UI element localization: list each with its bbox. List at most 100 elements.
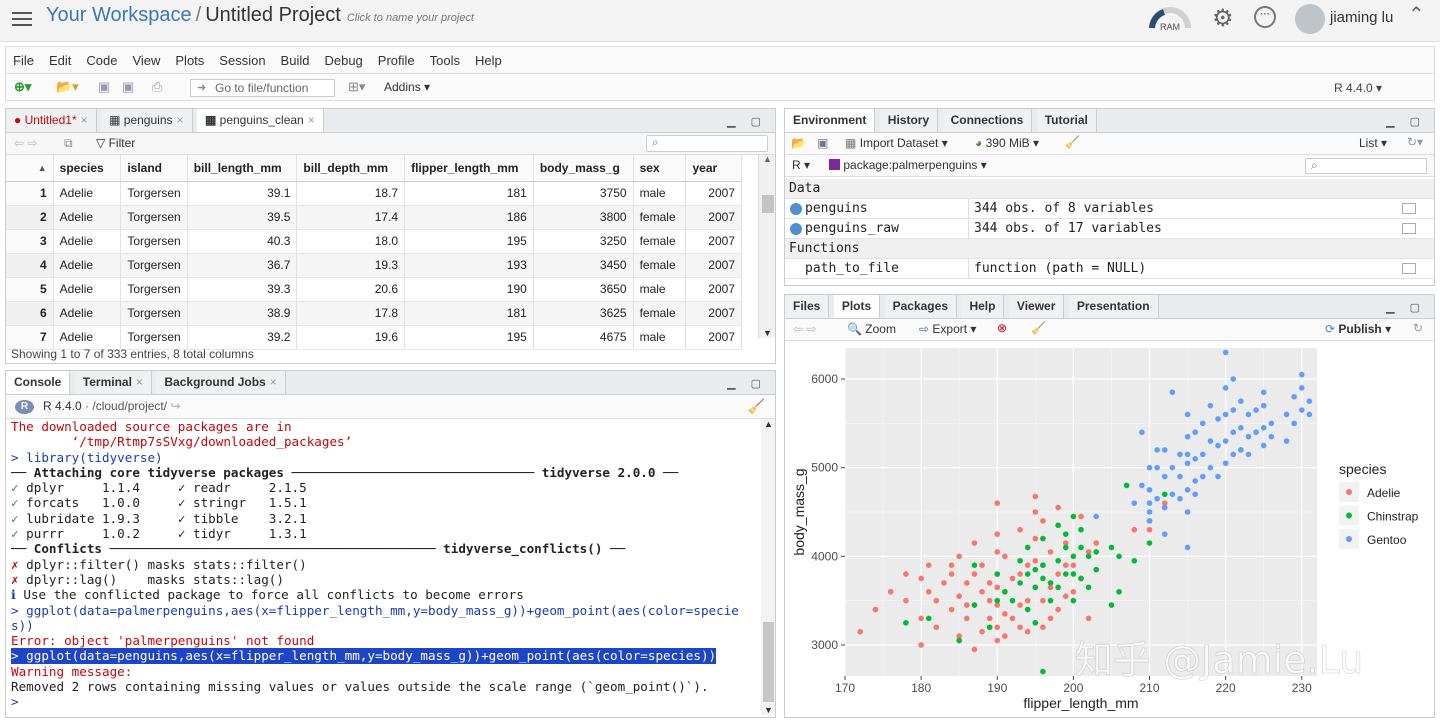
export-menu[interactable]: ⇨ Export ▾ (919, 322, 976, 336)
close-icon[interactable]: × (308, 113, 315, 127)
view-function-icon[interactable] (1402, 263, 1416, 274)
language-menu[interactable]: R ▾ (792, 158, 810, 172)
project-name[interactable]: Untitled Project (205, 4, 341, 26)
tab-plots[interactable]: Plots (833, 295, 881, 318)
remove-plot-icon[interactable]: ⊗ (997, 321, 1007, 335)
scroll-up-icon[interactable]: ▲ (764, 419, 773, 429)
column-header[interactable]: bill_length_mm (187, 155, 298, 182)
workspace-link[interactable]: Your Workspace (46, 4, 192, 26)
scroll-down-icon[interactable]: ▼ (763, 328, 772, 338)
refresh-icon[interactable]: ↻ (1413, 321, 1423, 335)
tab-environment[interactable]: Environment (785, 109, 876, 132)
console-scrollbar[interactable]: ▲ ▼ (761, 419, 775, 715)
zoom-button[interactable]: 🔍 Zoom (847, 322, 896, 336)
chevron-up-icon[interactable]: ⌃ (1408, 2, 1425, 27)
grid-view-icon[interactable] (1402, 203, 1416, 214)
menu-code[interactable]: Code (79, 47, 125, 68)
more-options-icon[interactable]: ··· (1254, 6, 1276, 28)
env-row-path-to-file[interactable]: path_to_file function (path = NULL) (785, 259, 1434, 279)
column-header[interactable]: year (685, 155, 742, 182)
menu-session[interactable]: Session (212, 47, 273, 68)
user-name[interactable]: jiaming lu (1330, 9, 1393, 26)
back-arrow-icon[interactable]: ⇦ ⇨ (14, 136, 37, 150)
column-header[interactable]: sex (633, 155, 687, 182)
refresh-icon[interactable]: ↻▾ (1407, 135, 1423, 149)
new-file-icon[interactable]: ⊕▾ (14, 79, 31, 95)
go-to-directory-icon[interactable]: ↪ (170, 399, 180, 413)
tab-presentation[interactable]: Presentation (1068, 295, 1159, 318)
tab-penguins[interactable]: ▦ penguins × (101, 109, 193, 132)
pane-window-controls[interactable]: ▁ ▢ (1386, 301, 1426, 314)
menu-edit[interactable]: Edit (42, 47, 79, 68)
close-icon[interactable]: × (270, 375, 277, 389)
table-scrollbar[interactable]: ▲ ▼ (758, 154, 775, 338)
popout-icon[interactable]: ⧉ (64, 136, 73, 151)
tab-connections[interactable]: Connections (942, 109, 1033, 132)
tab-untitled1[interactable]: ● Untitled1* × (6, 109, 97, 132)
close-icon[interactable]: × (136, 375, 143, 389)
tab-packages[interactable]: Packages (884, 295, 957, 318)
menu-debug[interactable]: Debug (317, 47, 370, 68)
r-version-menu[interactable]: R 4.4.0 ▾ (1334, 81, 1382, 95)
save-icon[interactable]: ▣ (98, 79, 110, 95)
menu-build[interactable]: Build (274, 47, 318, 68)
filter-button[interactable]: ▽ Filter (96, 136, 135, 150)
column-header[interactable]: species (53, 155, 122, 182)
publish-menu[interactable]: ⟳ Publish ▾ (1325, 322, 1391, 336)
column-header[interactable]: bill_depth_mm (296, 155, 406, 182)
tab-viewer[interactable]: Viewer (1008, 295, 1065, 318)
menu-profile[interactable]: Profile (371, 47, 423, 68)
tab-background-jobs[interactable]: Background Jobs × (156, 371, 286, 394)
print-icon[interactable]: ⎙ (152, 79, 162, 95)
pane-window-controls[interactable]: ▁ ▢ (727, 115, 767, 128)
view-mode-menu[interactable]: List ▾ (1359, 136, 1387, 150)
tab-terminal[interactable]: Terminal × (74, 371, 152, 394)
column-header[interactable]: body_mass_g (533, 155, 634, 182)
addins-menu[interactable]: Addins ▾ (384, 80, 430, 94)
go-to-file-input[interactable]: Go to file/function (190, 79, 335, 97)
workspace-panes-icon[interactable]: ⊞▾ (348, 79, 365, 95)
avatar[interactable] (1295, 4, 1325, 34)
menu-view[interactable]: View (125, 47, 168, 68)
pane-window-controls[interactable]: ▁ ▢ (1386, 115, 1426, 128)
menu-tools[interactable]: Tools (423, 47, 468, 68)
environment-scope-menu[interactable]: package:palmerpenguins ▾ (829, 158, 987, 172)
import-dataset-menu[interactable]: ▦ Import Dataset ▾ (845, 136, 948, 150)
ram-gauge-icon[interactable]: RAM (1148, 6, 1192, 32)
save-all-icon[interactable]: ▣ (122, 79, 134, 95)
menu-plots[interactable]: Plots (168, 47, 212, 68)
clear-plots-icon[interactable]: 🧹 (1031, 321, 1046, 335)
tab-files[interactable]: Files (785, 295, 830, 318)
tab-penguins-clean[interactable]: ▦ penguins_clean × (196, 109, 324, 132)
menu-help[interactable]: Help (468, 47, 510, 68)
expand-icon[interactable] (790, 203, 802, 215)
tab-help[interactable]: Help (961, 295, 1005, 318)
scroll-up-icon[interactable]: ▲ (763, 154, 772, 164)
working-directory[interactable]: · /cloud/project/ (85, 399, 167, 413)
clear-console-icon[interactable]: 🧹 (748, 398, 765, 415)
env-row-penguins[interactable]: penguins 344 obs. of 8 variables (785, 199, 1434, 219)
close-icon[interactable]: × (177, 113, 184, 127)
column-header[interactable]: island (120, 155, 188, 182)
scrollbar-thumb[interactable] (762, 195, 774, 213)
save-workspace-icon[interactable]: ▣ (817, 136, 828, 150)
load-workspace-icon[interactable]: 📂 (791, 136, 806, 150)
tab-history[interactable]: History (879, 109, 939, 132)
column-header[interactable]: flipper_length_mm (404, 155, 534, 182)
viewer-search-input[interactable] (646, 135, 768, 152)
tab-tutorial[interactable]: Tutorial (1036, 109, 1097, 132)
clear-workspace-icon[interactable]: 🧹 (1065, 135, 1080, 149)
close-icon[interactable]: × (81, 113, 88, 127)
memory-usage-menu[interactable]: ◕ 390 MiB ▾ (975, 136, 1039, 150)
grid-view-icon[interactable] (1402, 223, 1416, 234)
pane-window-controls[interactable]: ▁ ▢ (727, 377, 767, 390)
environment-search-input[interactable] (1305, 158, 1427, 174)
expand-icon[interactable] (790, 223, 802, 235)
rownum-header[interactable]: ▲ (6, 155, 54, 182)
scroll-down-icon[interactable]: ▼ (764, 705, 773, 715)
scrollbar-thumb[interactable] (763, 622, 774, 702)
env-row-penguins-raw[interactable]: penguins_raw 344 obs. of 17 variables (785, 219, 1434, 239)
tab-console[interactable]: Console (6, 371, 71, 394)
back-arrow-icon[interactable]: ⇦ ⇨ (793, 322, 816, 336)
open-folder-icon[interactable]: 📂▾ (56, 79, 79, 95)
